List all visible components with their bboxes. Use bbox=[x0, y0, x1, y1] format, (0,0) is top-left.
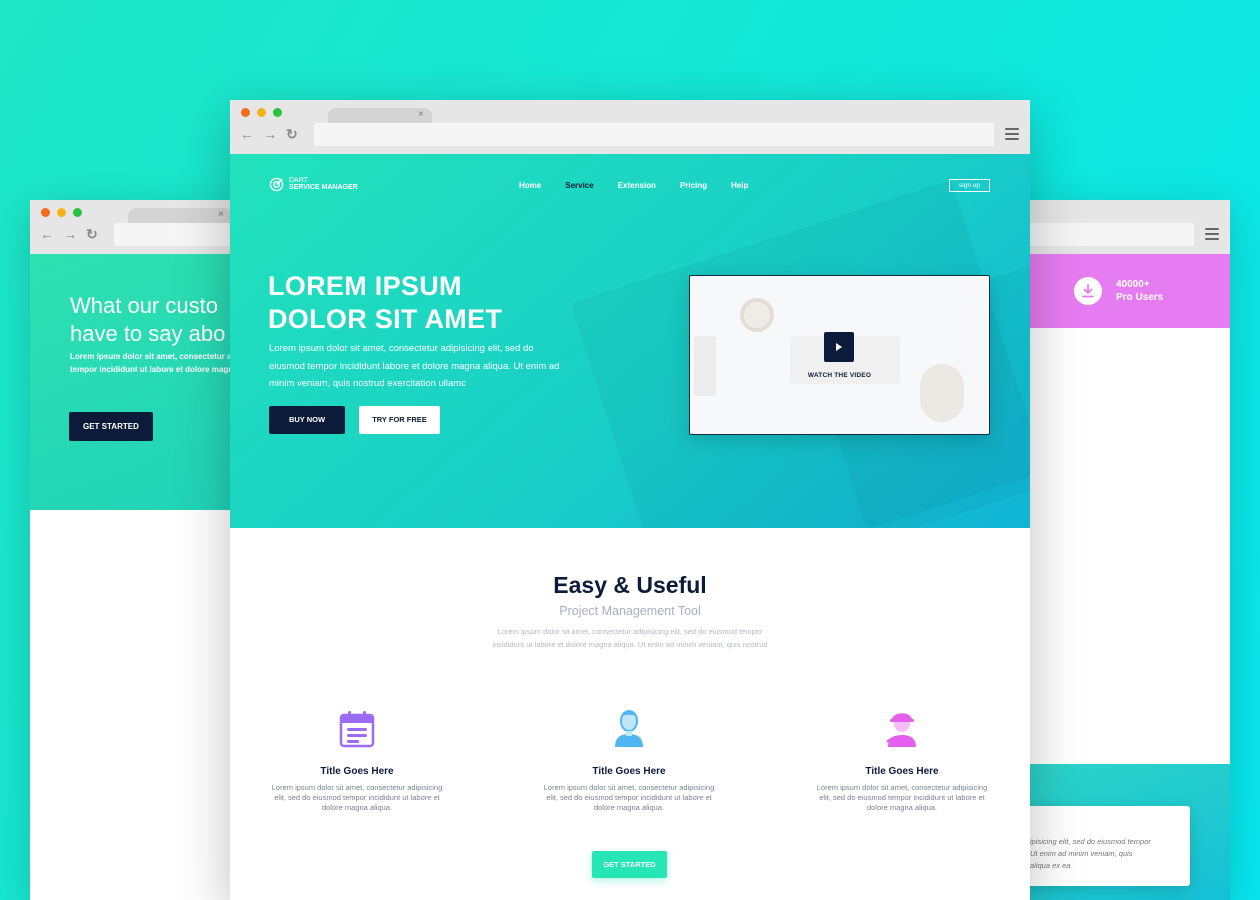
forward-arrow-icon[interactable]: → bbox=[63, 226, 77, 243]
user-icon bbox=[615, 710, 643, 747]
logo-line-1: DART bbox=[289, 177, 308, 184]
get-started-button[interactable]: GET STARTED bbox=[592, 851, 667, 878]
phone-image bbox=[694, 336, 716, 396]
window-controls bbox=[41, 208, 82, 217]
pro-users-label: Pro Users bbox=[1116, 292, 1164, 303]
minimize-window-dot[interactable] bbox=[57, 208, 66, 217]
right-browser-window: 40000+ Pro Users ipisicing elit, sed do … bbox=[1020, 200, 1230, 900]
address-bar[interactable] bbox=[1020, 223, 1194, 246]
testimonials-hero: What our custo have to say abo Lorem ips… bbox=[30, 254, 240, 510]
feature-card: Title Goes Here Lorem ipsum dolor sit am… bbox=[539, 706, 719, 813]
site-logo[interactable]: DART SERVICE MANAGER bbox=[269, 177, 358, 192]
features-section: Easy & Useful Project Management Tool Lo… bbox=[230, 528, 1030, 900]
nav-buttons: ← → ↻ bbox=[240, 126, 298, 143]
testimonial-line: ipisicing elit, sed do eiusmod tempor bbox=[1030, 837, 1151, 846]
worker-icon bbox=[886, 713, 916, 747]
nav-pricing[interactable]: Pricing bbox=[680, 181, 707, 190]
text-line: tempor incididunt ut labore et dolore ma… bbox=[70, 365, 238, 374]
main-browser-window: × ← → ↻ DART SERVICE MANAGER Home Servic… bbox=[230, 100, 1030, 900]
feature-card: Title Goes Here Lorem ipsum dolor sit am… bbox=[812, 706, 992, 813]
calendar-icon bbox=[339, 711, 375, 748]
main-nav: Home Service Extension Pricing Help bbox=[519, 181, 772, 190]
tab-close-icon[interactable]: × bbox=[218, 209, 224, 220]
coffee-cup-image bbox=[740, 298, 774, 332]
close-window-dot[interactable] bbox=[241, 108, 250, 117]
video-thumbnail[interactable]: WATCH THE VIDEO bbox=[689, 275, 990, 435]
nav-service[interactable]: Service bbox=[565, 181, 593, 190]
text-line: Lorem ipsum dolor sit amet, consectetur … bbox=[70, 352, 240, 361]
section-subtitle: Project Management Tool bbox=[559, 604, 701, 618]
download-icon bbox=[1074, 277, 1102, 305]
browser-chrome: × ← → ↻ bbox=[30, 200, 240, 254]
hero-description: Lorem ipsum dolor sit amet, consectetur … bbox=[269, 343, 560, 389]
target-logo-icon bbox=[269, 177, 284, 192]
logo-line-2: SERVICE MANAGER bbox=[289, 184, 358, 191]
close-window-dot[interactable] bbox=[41, 208, 50, 217]
section-description: Lorem ipsum dolor sit amet, consectetur … bbox=[492, 627, 768, 649]
try-for-free-button[interactable]: TRY FOR FREE bbox=[359, 406, 440, 434]
hero-title-line: LOREM IPSUM bbox=[268, 271, 462, 301]
testimonial-line: Ut enim ad minim veniam, quis bbox=[1030, 849, 1133, 858]
tab-close-icon[interactable]: × bbox=[418, 109, 424, 120]
feature-description: Lorem ipsum dolor sit amet, consectetur … bbox=[543, 783, 715, 812]
testimonial-card: ipisicing elit, sed do eiusmod tempor Ut… bbox=[1020, 806, 1190, 886]
heading-line: What our custo bbox=[70, 293, 218, 318]
feature-description: Lorem ipsum dolor sit amet, consectetur … bbox=[816, 783, 988, 812]
nav-help[interactable]: Help bbox=[731, 181, 748, 190]
play-button[interactable] bbox=[824, 332, 854, 362]
sign-up-button[interactable]: sign up bbox=[949, 179, 990, 192]
play-icon bbox=[836, 343, 842, 351]
address-bar[interactable] bbox=[314, 123, 994, 146]
reload-icon[interactable]: ↻ bbox=[86, 226, 98, 243]
back-arrow-icon[interactable]: ← bbox=[240, 126, 254, 143]
feature-title: Title Goes Here bbox=[865, 766, 939, 777]
feature-description: Lorem ipsum dolor sit amet, consectetur … bbox=[271, 783, 443, 812]
feature-card: Title Goes Here Lorem ipsum dolor sit am… bbox=[267, 706, 447, 813]
forward-arrow-icon[interactable]: → bbox=[263, 126, 277, 143]
hero-title: LOREM IPSUM DOLOR SIT AMET bbox=[268, 270, 588, 336]
nav-home[interactable]: Home bbox=[519, 181, 541, 190]
watch-video-label: WATCH THE VIDEO bbox=[807, 372, 872, 379]
testimonials-heading: What our custo have to say abo bbox=[70, 292, 240, 348]
nav-buttons: ← → ↻ bbox=[40, 226, 98, 243]
back-arrow-icon[interactable]: ← bbox=[40, 226, 54, 243]
minimize-window-dot[interactable] bbox=[257, 108, 266, 117]
menu-icon[interactable] bbox=[1005, 128, 1019, 140]
feature-title: Title Goes Here bbox=[592, 766, 666, 777]
logo-text: DART SERVICE MANAGER bbox=[289, 177, 358, 192]
buy-now-button[interactable]: BUY NOW bbox=[269, 406, 345, 434]
reload-icon[interactable]: ↻ bbox=[286, 126, 298, 143]
browser-chrome bbox=[1020, 200, 1230, 254]
stats-band: 40000+ Pro Users bbox=[1020, 254, 1230, 328]
pro-users-count: 40000+ bbox=[1116, 279, 1150, 290]
browser-tab[interactable] bbox=[128, 208, 232, 224]
maximize-window-dot[interactable] bbox=[273, 108, 282, 117]
browser-chrome: × ← → ↻ bbox=[230, 100, 1030, 154]
heading-line: have to say abo bbox=[70, 321, 226, 346]
feature-title: Title Goes Here bbox=[320, 766, 394, 777]
menu-icon[interactable] bbox=[1205, 228, 1219, 240]
hero-title-line: DOLOR SIT AMET bbox=[268, 304, 503, 334]
hero-section: DART SERVICE MANAGER Home Service Extens… bbox=[230, 154, 1030, 528]
testimonial-line: aliqua ex ea bbox=[1030, 861, 1071, 870]
get-started-button[interactable]: GET STARTED bbox=[69, 412, 153, 441]
nav-extension[interactable]: Extension bbox=[618, 181, 656, 190]
section-title: Easy & Useful bbox=[553, 572, 707, 598]
testimonial-section: ipisicing elit, sed do eiusmod tempor Ut… bbox=[1020, 764, 1230, 900]
left-browser-window: × ← → ↻ What our custo have to say abo L… bbox=[30, 200, 240, 900]
address-bar[interactable] bbox=[114, 223, 240, 246]
maximize-window-dot[interactable] bbox=[73, 208, 82, 217]
window-controls bbox=[241, 108, 282, 117]
testimonials-text: Lorem ipsum dolor sit amet, consectetur … bbox=[70, 350, 240, 376]
browser-tab[interactable] bbox=[328, 108, 432, 124]
